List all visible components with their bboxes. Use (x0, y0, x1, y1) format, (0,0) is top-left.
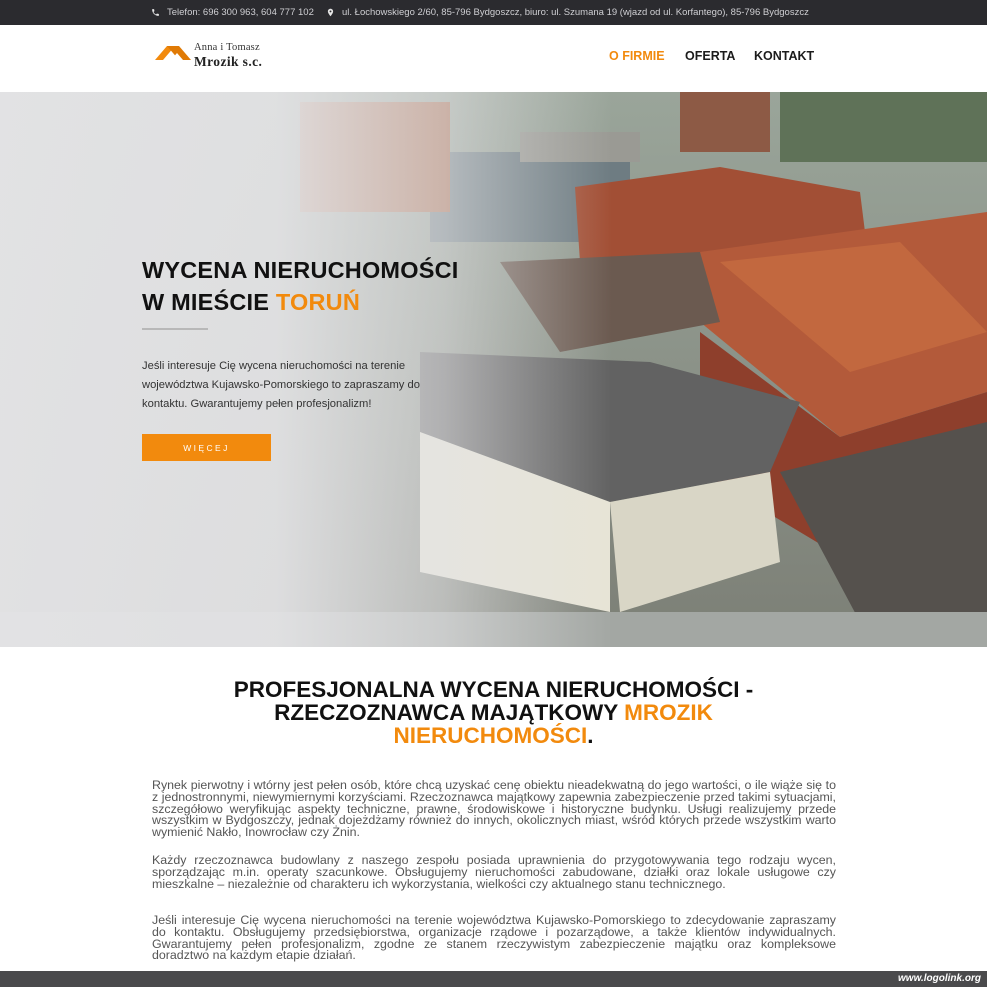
section-title-line2-prefix: RZECZOZNAWCA MAJĄTKOWY (274, 700, 625, 725)
logo-owner-names: Anna i Tomasz (194, 42, 260, 53)
hero-title-city: TORUŃ (275, 289, 360, 315)
hero-divider (142, 328, 208, 330)
address-text: ul. Łochowskiego 2/60, 85-796 Bydgoszcz,… (342, 7, 809, 18)
hero-description: Jeśli interesuje Cię wycena nieruchomośc… (142, 360, 420, 410)
section-title-line1: PROFESJONALNA WYCENA NIERUCHOMOŚCI - (233, 677, 754, 702)
more-button[interactable]: WIĘCEJ (142, 434, 271, 461)
site-header: Anna i Tomasz Mrozik s.c. O FIRMIE OFERT… (0, 25, 987, 92)
watermark-text: www.logolink.org (898, 973, 981, 984)
nav-item-kontakt[interactable]: KONTAKT (754, 49, 814, 63)
top-contact-bar: Telefon: 696 300 963, 604 777 102 ul. Ło… (0, 0, 987, 25)
hero-title: WYCENA NIERUCHOMOŚCI W MIEŚCIE TORUŃ (142, 254, 458, 318)
section-title-brand: MROZIK (624, 700, 713, 725)
hero-title-line1: WYCENA NIERUCHOMOŚCI (142, 257, 459, 283)
logo-company-name: Mrozik s.c. (194, 54, 263, 69)
nav-item-oferta[interactable]: OFERTA (685, 49, 735, 63)
company-logo[interactable]: Anna i Tomasz Mrozik s.c. (155, 42, 275, 76)
phone-text: Telefon: 696 300 963, 604 777 102 (167, 7, 314, 18)
bottom-strip (0, 971, 987, 987)
hero-banner: WYCENA NIERUCHOMOŚCI W MIEŚCIE TORUŃ Jeś… (0, 92, 987, 647)
section-title: PROFESJONALNA WYCENA NIERUCHOMOŚCI - RZE… (150, 678, 837, 747)
section-title-brand-2: NIERUCHOMOŚCI (393, 723, 588, 748)
nav-item-o-firmie[interactable]: O FIRMIE (609, 49, 665, 63)
hero-title-line2-prefix: W MIEŚCIE (142, 289, 276, 315)
phone-info: Telefon: 696 300 963, 604 777 102 (151, 0, 314, 25)
address-info: ul. Łochowskiego 2/60, 85-796 Bydgoszcz,… (326, 0, 809, 25)
location-pin-icon (327, 8, 334, 17)
content-paragraph-2: Każdy rzeczoznawca budowlany z naszego z… (152, 853, 836, 891)
content-paragraph-3: Jeśli interesuje Cię wycena nieruchomośc… (152, 913, 836, 963)
content-paragraph-1: Rynek pierwotny i wtórny jest pełen osób… (152, 778, 836, 840)
section-title-period: . (587, 723, 594, 748)
phone-icon (152, 9, 159, 16)
roof-logo-icon (155, 46, 191, 60)
